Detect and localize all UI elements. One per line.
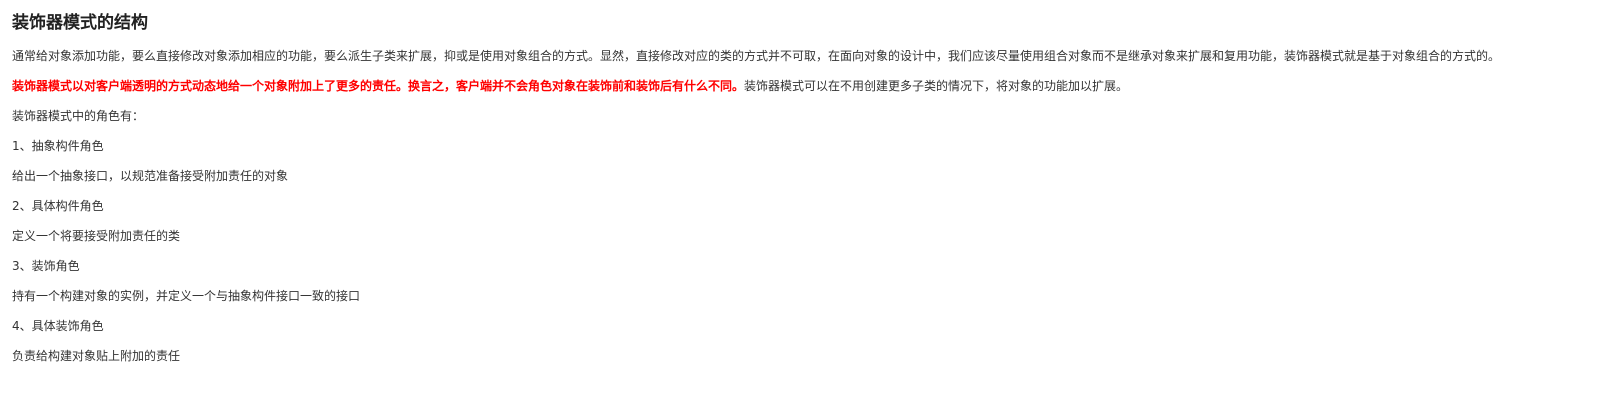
intro-paragraph: 通常给对象添加功能，要么直接修改对象添加相应的功能，要么派生子类来扩展，抑或是使… xyxy=(12,49,1501,63)
definition-paragraph: 装饰器模式以对客户端透明的方式动态地给一个对象附加上了更多的责任。换言之，客户端… xyxy=(12,77,1587,96)
definition-rest: 装饰器模式可以在不用创建更多子类的情况下，将对象的功能加以扩展。 xyxy=(744,79,1129,93)
roles-heading: 装饰器模式中的角色有： xyxy=(12,109,145,123)
role-name-abstract-component: 1、抽象构件角色 xyxy=(12,139,104,153)
role-name-concrete-component: 2、具体构件角色 xyxy=(12,199,104,213)
article-content: 装饰器模式的结构 通常给对象添加功能，要么直接修改对象添加相应的功能，要么派生子… xyxy=(0,0,1597,366)
role-desc-concrete-component: 定义一个将要接受附加责任的类 xyxy=(12,229,181,243)
role-name-concrete-decorator: 4、具体装饰角色 xyxy=(12,319,104,333)
role-desc-abstract-component: 给出一个抽象接口，以规范准备接受附加责任的对象 xyxy=(12,169,289,183)
role-name-decorator: 3、装饰角色 xyxy=(12,259,80,273)
role-desc-concrete-decorator: 负责给构建对象贴上附加的责任 xyxy=(12,349,181,363)
role-desc-decorator: 持有一个构建对象的实例，并定义一个与抽象构件接口一致的接口 xyxy=(12,289,361,303)
section-title: 装饰器模式的结构 xyxy=(12,13,148,33)
definition-highlight: 装饰器模式以对客户端透明的方式动态地给一个对象附加上了更多的责任。换言之，客户端… xyxy=(12,79,745,93)
